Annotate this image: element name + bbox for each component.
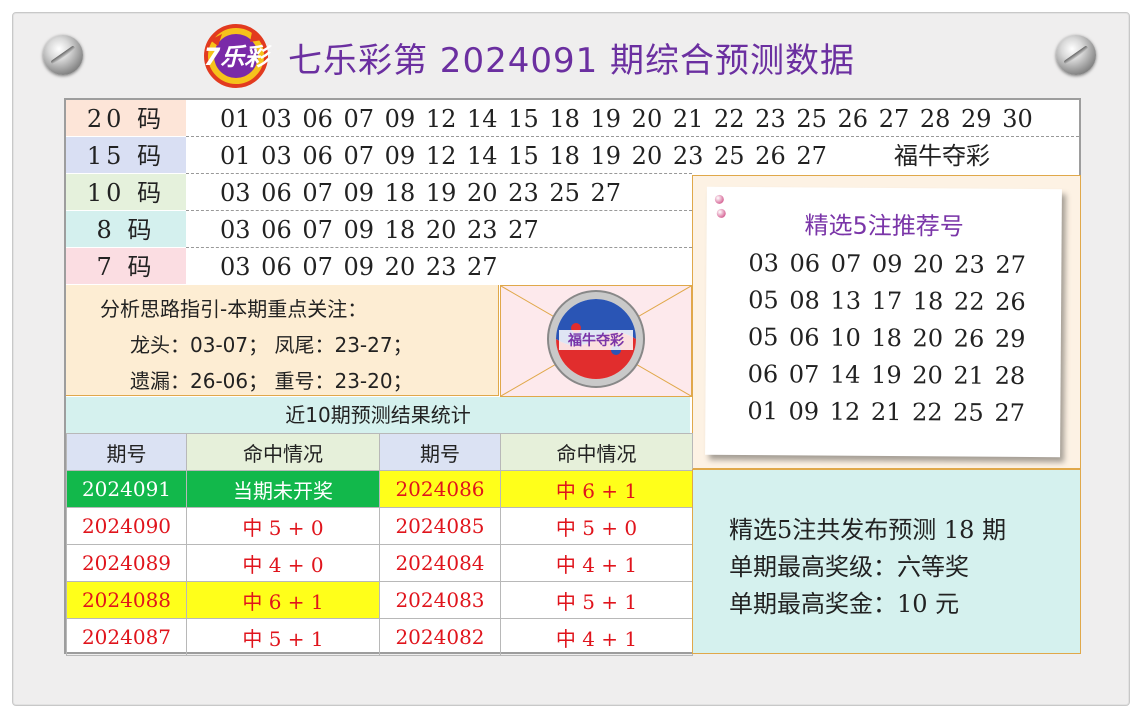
emblem-panel: 福牛夺彩 xyxy=(500,285,692,397)
col-header-result: 命中情况 xyxy=(500,433,693,471)
period-cell: 2024083 xyxy=(379,581,501,619)
table-row: 2024087 中 5 + 1 2024082 中 4 + 1 xyxy=(66,618,693,656)
col-header-result: 命中情况 xyxy=(186,433,380,471)
result-cell: 中 5 + 0 xyxy=(500,507,693,545)
prediction-board: 20 码 01 03 06 07 09 12 14 15 18 19 20 21… xyxy=(64,98,1081,656)
summary-top-prize: 单期最高奖金：10 元 xyxy=(729,590,960,618)
result-cell: 中 5 + 0 xyxy=(186,507,380,545)
number-row-15: 15 码 01 03 06 07 09 12 14 15 18 19 20 23… xyxy=(66,137,1079,173)
page-title: 七乐彩第 2024091 期综合预测数据 xyxy=(288,41,856,81)
screw-icon-left xyxy=(43,35,83,75)
result-cell: 中 5 + 1 xyxy=(500,581,693,619)
period-cell: 2024089 xyxy=(66,544,187,582)
number-list: 03 06 07 09 20 23 27 xyxy=(220,253,498,281)
summary-issues: 精选5注共发布预测 18 期 xyxy=(729,516,1007,544)
number-list: 01 03 06 07 09 12 14 15 18 19 20 23 25 2… xyxy=(220,142,827,170)
row-label: 15 码 xyxy=(66,137,186,173)
number-row-20: 20 码 01 03 06 07 09 12 14 15 18 19 20 21… xyxy=(66,100,1079,136)
row-label: 8 码 xyxy=(66,211,186,247)
recommend-line-4: 06 07 14 19 20 21 28 xyxy=(747,360,1026,390)
fortune-emblem-icon: 福牛夺彩 xyxy=(547,290,645,388)
number-list: 01 03 06 07 09 12 14 15 18 19 20 21 22 2… xyxy=(220,105,1033,133)
recommend-line-2: 05 08 13 17 18 22 26 xyxy=(748,286,1026,316)
screw-icon-right xyxy=(1056,35,1096,75)
period-cell: 2024088 xyxy=(66,581,187,619)
period-cell: 2024086 xyxy=(379,470,501,508)
result-cell: 中 6 + 1 xyxy=(186,581,380,619)
period-cell: 2024091 xyxy=(66,470,187,508)
recommend-card: 精选5注推荐号 03 06 07 09 20 23 27 05 08 13 17… xyxy=(705,186,1062,458)
recommend-line-3: 05 06 10 18 20 26 29 xyxy=(747,323,1026,353)
row-label: 20 码 xyxy=(66,100,186,136)
summary-panel: 精选5注共发布预测 18 期 单期最高奖级：六等奖 单期最高奖金：10 元 xyxy=(692,469,1081,654)
result-cell: 中 6 + 1 xyxy=(500,470,693,508)
logo-text: 7乐彩 xyxy=(204,43,272,71)
number-list: 03 06 07 09 18 20 23 27 xyxy=(220,216,539,244)
col-header-period: 期号 xyxy=(66,433,187,471)
summary-top-level: 单期最高奖级：六等奖 xyxy=(729,553,969,581)
period-cell: 2024090 xyxy=(66,507,187,545)
table-row: 2024090 中 5 + 0 2024085 中 5 + 0 xyxy=(66,507,693,545)
stats-title: 近10期预测结果统计 xyxy=(66,397,690,433)
col-header-period: 期号 xyxy=(379,433,501,471)
analysis-head-tail: 龙头：03-07； 凤尾：23-27； xyxy=(130,333,413,357)
qilecai-logo: 7乐彩 xyxy=(200,18,272,90)
recommend-line-1: 03 06 07 09 20 23 27 xyxy=(748,249,1027,279)
recommend-title: 精选5注推荐号 xyxy=(804,211,964,241)
analysis-heading: 分析思路指引-本期重点关注： xyxy=(100,297,368,321)
analysis-missing-repeat: 遗漏：26-06； 重号：23-20； xyxy=(130,369,413,393)
recommend-line-5: 01 09 12 21 22 25 27 xyxy=(747,397,1026,427)
result-cell: 中 4 + 1 xyxy=(500,618,693,656)
table-header-row: 期号 命中情况 期号 命中情况 xyxy=(66,433,693,471)
period-cell: 2024085 xyxy=(379,507,501,545)
brand-note: 福牛夺彩 xyxy=(894,142,990,170)
result-cell: 中 5 + 1 xyxy=(186,618,380,656)
period-cell: 2024084 xyxy=(379,544,501,582)
result-cell: 中 4 + 0 xyxy=(186,544,380,582)
period-cell: 2024087 xyxy=(66,618,187,656)
result-cell: 当期未开奖 xyxy=(186,470,380,508)
table-row: 2024088 中 6 + 1 2024083 中 5 + 1 xyxy=(66,581,693,619)
row-label: 10 码 xyxy=(66,174,186,210)
table-row: 2024091 当期未开奖 2024086 中 6 + 1 xyxy=(66,470,693,508)
result-cell: 中 4 + 1 xyxy=(500,544,693,582)
pin-icon xyxy=(714,194,724,204)
emblem-text: 福牛夺彩 xyxy=(567,332,624,349)
row-label: 7 码 xyxy=(66,248,186,284)
analysis-panel: 分析思路指引-本期重点关注： 龙头：03-07； 凤尾：23-27； 遗漏：26… xyxy=(66,285,499,396)
table-row: 2024089 中 4 + 0 2024084 中 4 + 1 xyxy=(66,544,693,582)
period-cell: 2024082 xyxy=(379,618,501,656)
stats-table: 期号 命中情况 期号 命中情况 2024091 当期未开奖 2024086 中 … xyxy=(66,433,693,656)
number-list: 03 06 07 09 18 19 20 23 25 27 xyxy=(220,179,622,207)
